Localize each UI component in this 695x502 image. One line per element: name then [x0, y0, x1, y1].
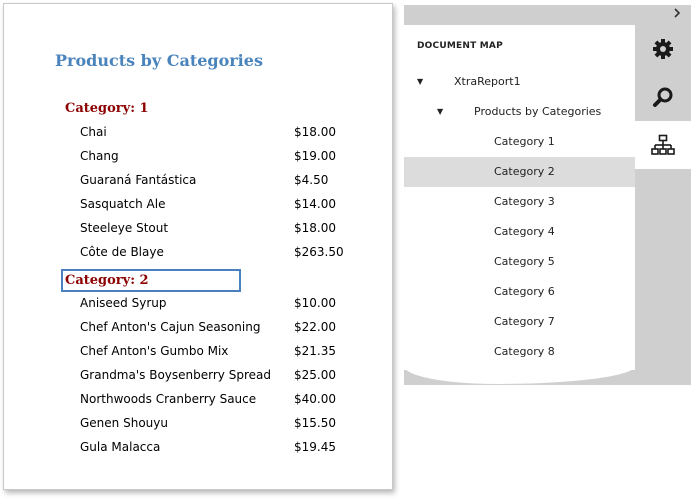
tree-item-label: Category 1 [494, 135, 555, 148]
panel-topbar [404, 5, 691, 25]
tab-document-map[interactable] [635, 121, 691, 169]
gear-icon [653, 39, 673, 59]
product-name: Gula Malacca [80, 440, 161, 454]
table-row: Guaraná Fantástica $4.50 [4, 171, 392, 195]
document-map-heading: DOCUMENT MAP [417, 41, 503, 51]
tree-item-label: Category 2 [494, 165, 555, 178]
tree-item-label: Category 3 [494, 195, 555, 208]
chevron-right-icon[interactable] [669, 7, 685, 23]
product-price: $22.00 [294, 320, 336, 334]
table-row: Sasquatch Ale $14.00 [4, 195, 392, 219]
product-name: Aniseed Syrup [80, 296, 167, 310]
tree-item-category-3[interactable]: Category 3 [404, 187, 635, 217]
search-icon [653, 87, 673, 107]
tree-item-label: Category 5 [494, 255, 555, 268]
product-name: Steeleye Stout [80, 221, 169, 235]
tree-item-category-8[interactable]: Category 8 [404, 337, 635, 367]
product-price: $18.00 [294, 125, 336, 139]
tree-item-label: Category 7 [494, 315, 555, 328]
product-name: Guaraná Fantástica [80, 173, 197, 187]
product-name: Sasquatch Ale [80, 197, 166, 211]
category-header-2[interactable]: Category: 2 [61, 269, 241, 292]
product-name: Chef Anton's Gumbo Mix [80, 344, 229, 358]
tree-item-label: Category 8 [494, 345, 555, 358]
product-name: Genen Shouyu [80, 416, 168, 430]
tree-item-products-by-categories[interactable]: ▼ Products by Categories [404, 97, 635, 127]
product-price: $4.50 [294, 173, 329, 187]
product-price: $10.00 [294, 296, 336, 310]
table-row: Grandma's Boysenberry Spread $25.00 [4, 366, 392, 390]
tree-item-category-2[interactable]: Category 2 [404, 157, 635, 187]
document-map-icon [651, 134, 675, 155]
product-price: $18.00 [294, 221, 336, 235]
table-row: Chef Anton's Cajun Seasoning $22.00 [4, 318, 392, 342]
expand-arrow-icon[interactable]: ▼ [417, 67, 423, 97]
product-price: $40.00 [294, 392, 336, 406]
side-panel: DOCUMENT MAP ▼ XtraReport1 ▼ Products by… [404, 5, 691, 385]
product-price: $21.35 [294, 344, 336, 358]
product-price: $19.45 [294, 440, 336, 454]
product-name: Chang [80, 149, 119, 163]
product-price: $19.00 [294, 149, 336, 163]
product-name: Chef Anton's Cajun Seasoning [80, 320, 261, 334]
tree-item-category-1[interactable]: Category 1 [404, 127, 635, 157]
product-price: $25.00 [294, 368, 336, 382]
tree-item-label: XtraReport1 [454, 75, 521, 88]
product-price: $263.50 [294, 245, 344, 259]
tree-item-label: Category 6 [494, 285, 555, 298]
tree-item-category-6[interactable]: Category 6 [404, 277, 635, 307]
report-title: Products by Categories [55, 51, 263, 70]
table-row: Chang $19.00 [4, 147, 392, 171]
expand-arrow-icon[interactable]: ▼ [437, 97, 443, 127]
tab-search[interactable] [635, 73, 691, 121]
product-price: $14.00 [294, 197, 336, 211]
tree-item-label: Category 4 [494, 225, 555, 238]
side-tabs [635, 25, 691, 370]
tree-item-category-4[interactable]: Category 4 [404, 217, 635, 247]
product-name: Côte de Blaye [80, 245, 164, 259]
tree-item-root[interactable]: ▼ XtraReport1 [404, 67, 635, 97]
category-header-1[interactable]: Category: 1 [64, 99, 149, 118]
table-row: Chai $18.00 [4, 123, 392, 147]
table-row: Côte de Blaye $263.50 [4, 243, 392, 267]
product-price: $15.50 [294, 416, 336, 430]
table-row: Northwoods Cranberry Sauce $40.00 [4, 390, 392, 414]
tree-item-category-7[interactable]: Category 7 [404, 307, 635, 337]
tree-item-category-5[interactable]: Category 5 [404, 247, 635, 277]
document-map: DOCUMENT MAP ▼ XtraReport1 ▼ Products by… [404, 25, 635, 384]
table-row: Genen Shouyu $15.50 [4, 414, 392, 438]
table-row: Steeleye Stout $18.00 [4, 219, 392, 243]
product-name: Chai [80, 125, 107, 139]
table-row: Gula Malacca $19.45 [4, 438, 392, 462]
report-page: Products by Categories Category: 1 Chai … [3, 3, 393, 490]
table-row: Chef Anton's Gumbo Mix $21.35 [4, 342, 392, 366]
product-name: Grandma's Boysenberry Spread [80, 368, 271, 382]
tab-parameters[interactable] [635, 25, 691, 73]
tree-item-label: Products by Categories [474, 105, 602, 118]
table-row: Aniseed Syrup $10.00 [4, 294, 392, 318]
product-name: Northwoods Cranberry Sauce [80, 392, 257, 406]
